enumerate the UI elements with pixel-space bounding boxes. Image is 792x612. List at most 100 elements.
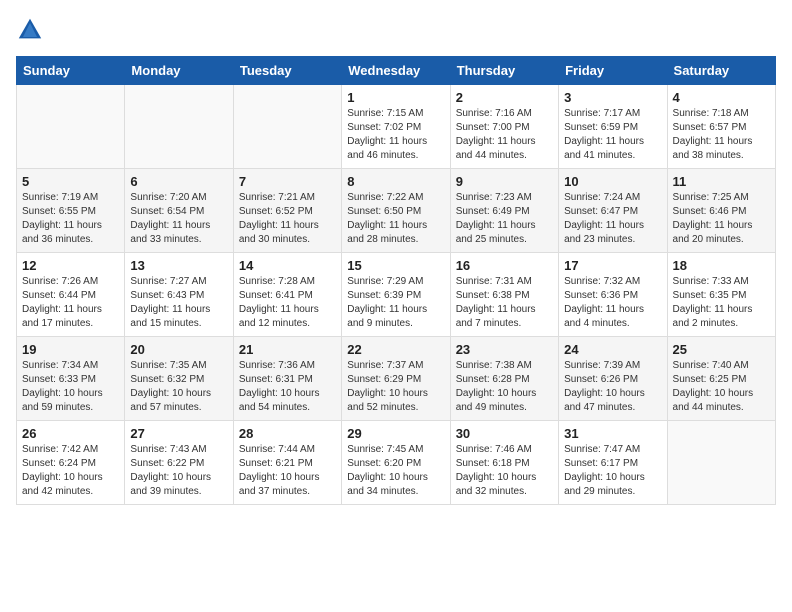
day-info: Sunrise: 7:43 AM Sunset: 6:22 PM Dayligh… bbox=[130, 443, 227, 499]
week-row-2: 5Sunrise: 7:19 AM Sunset: 6:55 PM Daylig… bbox=[17, 169, 776, 253]
day-cell-23: 23 Sunrise: 7:38 AM Sunset: 6:28 PM Dayli… bbox=[450, 337, 558, 421]
day-number: 31 bbox=[564, 426, 661, 441]
day-number: 22 bbox=[347, 342, 444, 357]
day-cell-22: 22 Sunrise: 7:37 AM Sunset: 6:29 PM Dayli… bbox=[342, 337, 450, 421]
day-cell-27: 27 Sunrise: 7:43 AM Sunset: 6:22 PM Dayli… bbox=[125, 421, 233, 505]
day-number: 15 bbox=[347, 258, 444, 273]
day-number: 18 bbox=[673, 258, 770, 273]
day-number: 23 bbox=[456, 342, 553, 357]
day-number: 2 bbox=[456, 90, 553, 105]
week-row-1: 1 Sunrise: 7:15 AM Sunset: 7:02 PM Daylig… bbox=[17, 85, 776, 169]
day-info: Sunrise: 7:45 AM Sunset: 6:20 PM Dayligh… bbox=[347, 443, 444, 499]
day-info: Sunrise: 7:20 AM Sunset: 6:54 PM Dayligh… bbox=[130, 191, 227, 247]
col-header-sunday: Sunday bbox=[17, 57, 125, 85]
empty-cell bbox=[667, 421, 775, 505]
day-number: 24 bbox=[564, 342, 661, 357]
day-cell-19: 19 Sunrise: 7:34 AM Sunset: 6:33 PM Dayli… bbox=[17, 337, 125, 421]
day-cell-7: 7Sunrise: 7:21 AM Sunset: 6:52 PM Daylig… bbox=[233, 169, 341, 253]
empty-cell bbox=[233, 85, 341, 169]
day-info: Sunrise: 7:15 AM Sunset: 7:02 PM Dayligh… bbox=[347, 107, 444, 163]
day-info: Sunrise: 7:28 AM Sunset: 6:41 PM Dayligh… bbox=[239, 275, 336, 331]
day-number: 11 bbox=[673, 174, 770, 189]
day-number: 10 bbox=[564, 174, 661, 189]
calendar-table: SundayMondayTuesdayWednesdayThursdayFrid… bbox=[16, 56, 776, 505]
day-number: 3 bbox=[564, 90, 661, 105]
day-number: 29 bbox=[347, 426, 444, 441]
day-info: Sunrise: 7:22 AM Sunset: 6:50 PM Dayligh… bbox=[347, 191, 444, 247]
day-info: Sunrise: 7:38 AM Sunset: 6:28 PM Dayligh… bbox=[456, 359, 553, 415]
col-header-thursday: Thursday bbox=[450, 57, 558, 85]
col-header-friday: Friday bbox=[559, 57, 667, 85]
day-info: Sunrise: 7:44 AM Sunset: 6:21 PM Dayligh… bbox=[239, 443, 336, 499]
day-cell-26: 26 Sunrise: 7:42 AM Sunset: 6:24 PM Dayli… bbox=[17, 421, 125, 505]
day-number: 9 bbox=[456, 174, 553, 189]
day-cell-1: 1 Sunrise: 7:15 AM Sunset: 7:02 PM Daylig… bbox=[342, 85, 450, 169]
day-number: 14 bbox=[239, 258, 336, 273]
day-info: Sunrise: 7:32 AM Sunset: 6:36 PM Dayligh… bbox=[564, 275, 661, 331]
day-number: 7 bbox=[239, 174, 336, 189]
day-info: Sunrise: 7:19 AM Sunset: 6:55 PM Dayligh… bbox=[22, 191, 119, 247]
day-cell-14: 14 Sunrise: 7:28 AM Sunset: 6:41 PM Dayli… bbox=[233, 253, 341, 337]
day-info: Sunrise: 7:47 AM Sunset: 6:17 PM Dayligh… bbox=[564, 443, 661, 499]
day-cell-24: 24 Sunrise: 7:39 AM Sunset: 6:26 PM Dayli… bbox=[559, 337, 667, 421]
day-cell-9: 9 Sunrise: 7:23 AM Sunset: 6:49 PM Daylig… bbox=[450, 169, 558, 253]
day-info: Sunrise: 7:26 AM Sunset: 6:44 PM Dayligh… bbox=[22, 275, 119, 331]
day-cell-28: 28Sunrise: 7:44 AM Sunset: 6:21 PM Dayli… bbox=[233, 421, 341, 505]
day-info: Sunrise: 7:33 AM Sunset: 6:35 PM Dayligh… bbox=[673, 275, 770, 331]
day-info: Sunrise: 7:39 AM Sunset: 6:26 PM Dayligh… bbox=[564, 359, 661, 415]
day-number: 13 bbox=[130, 258, 227, 273]
day-number: 19 bbox=[22, 342, 119, 357]
day-cell-20: 20 Sunrise: 7:35 AM Sunset: 6:32 PM Dayli… bbox=[125, 337, 233, 421]
week-row-5: 26 Sunrise: 7:42 AM Sunset: 6:24 PM Dayli… bbox=[17, 421, 776, 505]
empty-cell bbox=[17, 85, 125, 169]
day-info: Sunrise: 7:17 AM Sunset: 6:59 PM Dayligh… bbox=[564, 107, 661, 163]
day-cell-13: 13 Sunrise: 7:27 AM Sunset: 6:43 PM Dayli… bbox=[125, 253, 233, 337]
col-header-saturday: Saturday bbox=[667, 57, 775, 85]
day-cell-11: 11Sunrise: 7:25 AM Sunset: 6:46 PM Dayli… bbox=[667, 169, 775, 253]
day-cell-15: 15 Sunrise: 7:29 AM Sunset: 6:39 PM Dayli… bbox=[342, 253, 450, 337]
day-cell-4: 4 Sunrise: 7:18 AM Sunset: 6:57 PM Daylig… bbox=[667, 85, 775, 169]
day-cell-16: 16Sunrise: 7:31 AM Sunset: 6:38 PM Dayli… bbox=[450, 253, 558, 337]
col-header-monday: Monday bbox=[125, 57, 233, 85]
day-info: Sunrise: 7:24 AM Sunset: 6:47 PM Dayligh… bbox=[564, 191, 661, 247]
day-info: Sunrise: 7:36 AM Sunset: 6:31 PM Dayligh… bbox=[239, 359, 336, 415]
day-number: 8 bbox=[347, 174, 444, 189]
day-info: Sunrise: 7:29 AM Sunset: 6:39 PM Dayligh… bbox=[347, 275, 444, 331]
day-info: Sunrise: 7:34 AM Sunset: 6:33 PM Dayligh… bbox=[22, 359, 119, 415]
logo-icon bbox=[16, 16, 44, 44]
day-info: Sunrise: 7:42 AM Sunset: 6:24 PM Dayligh… bbox=[22, 443, 119, 499]
page-header bbox=[16, 16, 776, 44]
day-number: 20 bbox=[130, 342, 227, 357]
day-cell-29: 29 Sunrise: 7:45 AM Sunset: 6:20 PM Dayli… bbox=[342, 421, 450, 505]
day-info: Sunrise: 7:31 AM Sunset: 6:38 PM Dayligh… bbox=[456, 275, 553, 331]
day-number: 30 bbox=[456, 426, 553, 441]
day-info: Sunrise: 7:18 AM Sunset: 6:57 PM Dayligh… bbox=[673, 107, 770, 163]
logo bbox=[16, 16, 48, 44]
day-info: Sunrise: 7:37 AM Sunset: 6:29 PM Dayligh… bbox=[347, 359, 444, 415]
day-info: Sunrise: 7:27 AM Sunset: 6:43 PM Dayligh… bbox=[130, 275, 227, 331]
day-cell-2: 2 Sunrise: 7:16 AM Sunset: 7:00 PM Daylig… bbox=[450, 85, 558, 169]
day-cell-30: 30Sunrise: 7:46 AM Sunset: 6:18 PM Dayli… bbox=[450, 421, 558, 505]
day-number: 26 bbox=[22, 426, 119, 441]
calendar-header-row: SundayMondayTuesdayWednesdayThursdayFrid… bbox=[17, 57, 776, 85]
day-info: Sunrise: 7:16 AM Sunset: 7:00 PM Dayligh… bbox=[456, 107, 553, 163]
day-number: 25 bbox=[673, 342, 770, 357]
day-cell-12: 12 Sunrise: 7:26 AM Sunset: 6:44 PM Dayli… bbox=[17, 253, 125, 337]
day-number: 4 bbox=[673, 90, 770, 105]
day-number: 6 bbox=[130, 174, 227, 189]
day-cell-6: 6 Sunrise: 7:20 AM Sunset: 6:54 PM Daylig… bbox=[125, 169, 233, 253]
day-number: 27 bbox=[130, 426, 227, 441]
day-number: 12 bbox=[22, 258, 119, 273]
day-number: 17 bbox=[564, 258, 661, 273]
day-info: Sunrise: 7:35 AM Sunset: 6:32 PM Dayligh… bbox=[130, 359, 227, 415]
day-info: Sunrise: 7:23 AM Sunset: 6:49 PM Dayligh… bbox=[456, 191, 553, 247]
day-cell-10: 10 Sunrise: 7:24 AM Sunset: 6:47 PM Dayli… bbox=[559, 169, 667, 253]
col-header-tuesday: Tuesday bbox=[233, 57, 341, 85]
day-cell-21: 21Sunrise: 7:36 AM Sunset: 6:31 PM Dayli… bbox=[233, 337, 341, 421]
week-row-4: 19 Sunrise: 7:34 AM Sunset: 6:33 PM Dayli… bbox=[17, 337, 776, 421]
empty-cell bbox=[125, 85, 233, 169]
day-cell-25: 25Sunrise: 7:40 AM Sunset: 6:25 PM Dayli… bbox=[667, 337, 775, 421]
day-number: 1 bbox=[347, 90, 444, 105]
week-row-3: 12 Sunrise: 7:26 AM Sunset: 6:44 PM Dayli… bbox=[17, 253, 776, 337]
day-cell-8: 8 Sunrise: 7:22 AM Sunset: 6:50 PM Daylig… bbox=[342, 169, 450, 253]
